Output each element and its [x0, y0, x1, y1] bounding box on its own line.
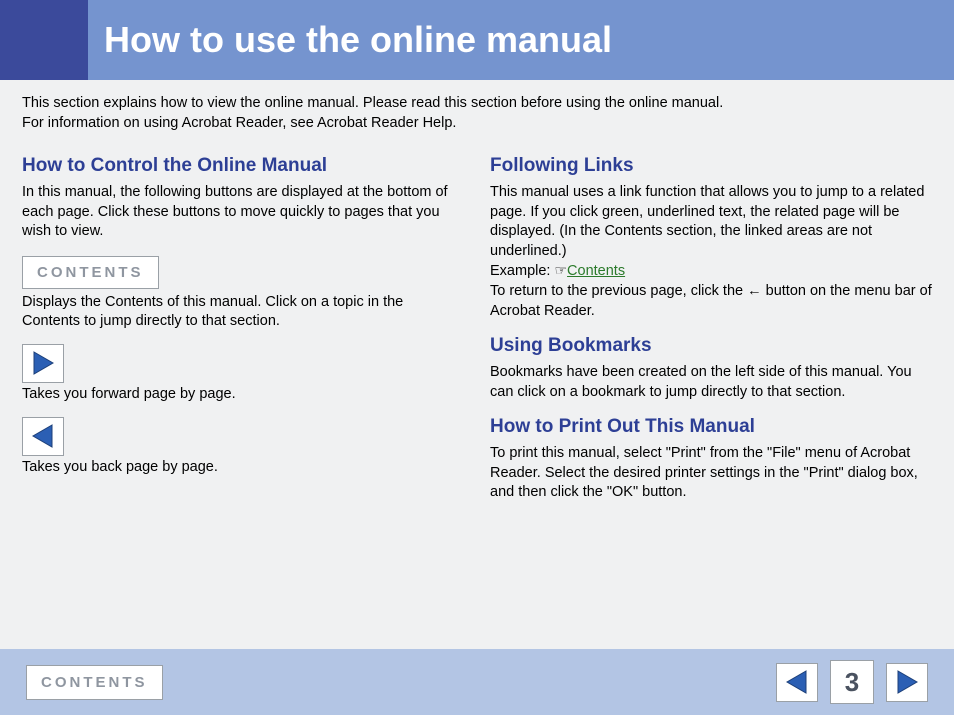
heading-bookmarks: Using Bookmarks [490, 335, 932, 357]
back-icon [785, 669, 809, 695]
page-footer: CONTENTS 3 [0, 649, 954, 715]
header-banner: How to use the online manual [88, 0, 954, 80]
next-page-button[interactable] [886, 663, 928, 702]
page-title: How to use the online manual [104, 19, 612, 61]
contents-button[interactable]: CONTENTS [26, 665, 163, 700]
print-paragraph: To print this manual, select "Print" fro… [490, 444, 932, 503]
heading-links: Following Links [490, 155, 932, 177]
contents-description: Displays the Contents of this manual. Cl… [22, 293, 464, 332]
footer-nav-group: 3 [776, 660, 928, 704]
links-text-b: To return to the previous page, click th… [490, 283, 747, 299]
left-column: How to Control the Online Manual In this… [22, 141, 464, 503]
intro-line-1: This section explains how to view the on… [22, 94, 932, 114]
forward-icon [31, 350, 55, 376]
right-column: Following Links This manual uses a link … [490, 141, 932, 503]
intro-text: This section explains how to view the on… [0, 80, 954, 141]
links-paragraph: This manual uses a link function that al… [490, 183, 932, 321]
control-paragraph: In this manual, the following buttons ar… [22, 183, 464, 242]
forward-icon [895, 669, 919, 695]
content-columns: How to Control the Online Manual In this… [0, 141, 954, 503]
example-link[interactable]: Contents [567, 263, 625, 279]
back-button-example[interactable] [22, 417, 64, 456]
links-text-a: This manual uses a link function that al… [490, 184, 924, 259]
back-icon [31, 423, 55, 449]
intro-line-2: For information on using Acrobat Reader,… [22, 114, 932, 134]
prev-page-button[interactable] [776, 663, 818, 702]
bookmarks-paragraph: Bookmarks have been created on the left … [490, 363, 932, 402]
heading-control: How to Control the Online Manual [22, 155, 464, 177]
header-accent [0, 0, 88, 80]
example-label: Example: [490, 263, 554, 279]
page-header: How to use the online manual [0, 0, 954, 80]
contents-button-example[interactable]: CONTENTS [22, 256, 159, 289]
pointer-icon: ☞ [554, 262, 567, 278]
forward-description: Takes you forward page by page. [22, 385, 464, 405]
heading-print: How to Print Out This Manual [490, 416, 932, 438]
forward-button-example[interactable] [22, 344, 64, 383]
page-number: 3 [830, 660, 874, 704]
back-description: Takes you back page by page. [22, 458, 464, 478]
back-arrow-icon: ← [747, 283, 762, 299]
